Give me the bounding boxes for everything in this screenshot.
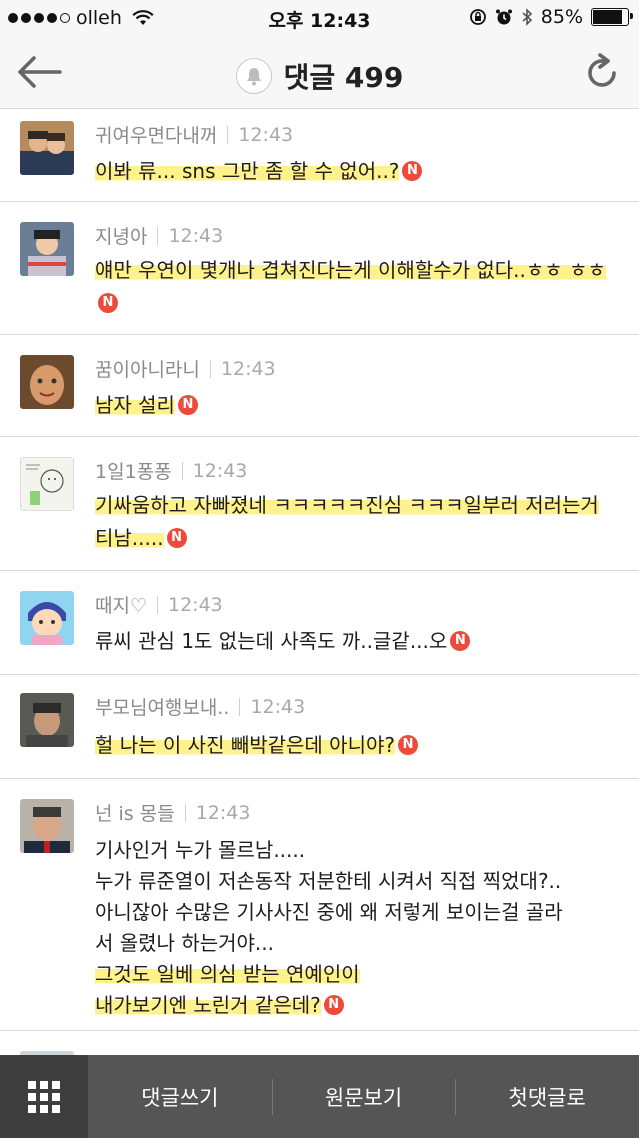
status-right: 85% — [469, 6, 633, 28]
view-original-button[interactable]: 원문보기 — [271, 1055, 456, 1138]
comment-meta: 귀여우면다내꺼 12:43 — [95, 121, 293, 148]
comment-username: 1일1퐁퐁 — [95, 461, 172, 483]
battery-icon — [591, 8, 633, 26]
comment-username: 때지♡ — [95, 595, 147, 617]
comment-line: 내가보기엔 노린거 같은데? — [95, 993, 321, 1017]
new-badge: N — [450, 630, 471, 651]
battery-percent: 85% — [540, 6, 583, 28]
new-badge: N — [98, 292, 118, 313]
notification-bell-button[interactable] — [235, 58, 272, 94]
comment-text: 남자 설리 — [95, 393, 175, 417]
comment-meta: 넌 is 몽들 12:43 — [95, 799, 250, 826]
comment-line: 그것도 일베 의심 받는 연예인이 — [95, 962, 360, 986]
comment-list[interactable]: 귀여우면다내꺼 12:43 이봐 류... sns 그만 좀 할 수 없어..?… — [0, 109, 639, 1055]
comment-item[interactable]: 부모님여행보내.. 12:43 헐 나는 이 사진 빼박같은데 아니야? N — [0, 675, 639, 779]
comment-text: 류씨 관심 1도 없는데 사족도 까..글같...오 — [95, 629, 448, 653]
comment-body: 남자 설리 N — [95, 389, 621, 422]
avatar[interactable] — [20, 121, 74, 175]
new-badge: N — [402, 160, 423, 181]
bluetooth-icon — [522, 8, 532, 26]
comment-item[interactable]: 지녕아 12:43 얘만 우연이 몇개나 겹쳐진다는게 이해할수가 없다..ㅎㅎ… — [0, 202, 639, 335]
comment-meta: 지녕아 12:43 — [95, 222, 223, 249]
comment-meta: 때지♡ 12:43 — [95, 591, 223, 618]
comment-item[interactable]: 1일1퐁퐁 12:43 기싸움하고 자빠졌네 ㅋㅋㅋㅋㅋ진심 ㅋㅋㅋ일부러 저러… — [0, 437, 639, 571]
comment-item[interactable]: 때지♡ 12:43 류씨 관심 1도 없는데 사족도 까..글같...오 N — [0, 571, 639, 675]
avatar[interactable] — [20, 355, 74, 409]
battery-fill — [593, 10, 622, 24]
comment-time: 12:43 — [168, 224, 224, 247]
page-title: 댓글 499 — [283, 61, 404, 94]
comment-body: 이봐 류... sns 그만 좀 할 수 없어..? N — [95, 155, 621, 188]
comment-time: 12:43 — [250, 695, 306, 718]
comment-line: 기사인거 누가 몰르남..... — [95, 838, 306, 862]
avatar[interactable] — [20, 799, 74, 853]
comment-text: 헐 나는 이 사진 빼박같은데 아니야? — [95, 733, 396, 757]
lock-rotation-icon — [469, 9, 486, 25]
comment-username: 지녕아 — [95, 226, 148, 248]
alarm-icon — [495, 9, 512, 25]
new-badge: N — [177, 394, 198, 415]
comment-time: 12:43 — [192, 459, 248, 482]
comment-meta: 1일1퐁퐁 12:43 — [95, 457, 247, 484]
comment-time: 12:43 — [195, 801, 251, 824]
page-header: 댓글 499 — [0, 36, 639, 109]
comment-item[interactable]: 넌 is 몽들 12:43 기사인거 누가 몰르남..... 누가 류준열이 저… — [0, 779, 639, 1031]
avatar[interactable] — [20, 693, 74, 747]
header-title-wrap: 댓글 499 — [0, 56, 639, 96]
avatar[interactable] — [20, 457, 74, 511]
comment-item[interactable]: 귀여우면다내꺼 12:43 이봐 류... sns 그만 좀 할 수 없어..?… — [0, 109, 639, 202]
comment-time: 12:43 — [238, 123, 294, 146]
bell-icon — [246, 68, 261, 86]
refresh-button[interactable] — [581, 50, 625, 94]
comment-meta: 꿈이아니라니 12:43 — [95, 355, 276, 382]
comment-time: 12:43 — [220, 357, 276, 380]
status-bar: olleh 오후 12:43 85% — [0, 0, 639, 36]
new-badge: N — [323, 994, 344, 1015]
grid-icon — [28, 1080, 60, 1113]
avatar[interactable] — [20, 222, 74, 276]
write-comment-button[interactable]: 댓글쓰기 — [88, 1055, 272, 1138]
comment-username: 부모님여행보내.. — [95, 697, 230, 719]
comment-line: 서 올렸나 하는거야... — [95, 931, 274, 955]
comment-body: 류씨 관심 1도 없는데 사족도 까..글같...오 N — [95, 625, 621, 658]
comment-body: 헐 나는 이 사진 빼박같은데 아니야? N — [95, 729, 621, 762]
comment-line: 누가 류준열이 저손동작 저분한테 시켜서 직접 찍었대?.. — [95, 869, 562, 893]
comment-meta: 부모님여행보내.. 12:43 — [95, 693, 305, 720]
comment-username: 귀여우면다내꺼 — [95, 125, 218, 147]
avatar[interactable] — [20, 591, 74, 645]
menu-grid-button[interactable] — [0, 1055, 88, 1138]
comment-username: 넌 is 몽들 — [95, 803, 175, 825]
comment-text: 얘만 우연이 몇개나 겹쳐진다는게 이해할수가 없다..ㅎㅎ ㅎㅎ — [95, 258, 606, 282]
comment-body: 기싸움하고 자빠졌네 ㅋㅋㅋㅋㅋ진심 ㅋㅋㅋ일부러 저러는거 티남..... N — [95, 489, 621, 555]
comment-body: 기사인거 누가 몰르남..... 누가 류준열이 저손동작 저분한테 시켜서 직… — [95, 835, 621, 1021]
comment-item[interactable]: 꿈이아니라니 12:43 남자 설리 N — [0, 335, 639, 437]
refresh-icon — [588, 53, 616, 87]
comment-item-partial[interactable] — [0, 1031, 639, 1055]
new-badge: N — [166, 527, 187, 548]
comment-time: 12:43 — [168, 593, 223, 616]
comment-line: 아니잖아 수많은 기사사진 중에 왜 저렇게 보이는걸 골라 — [95, 900, 563, 924]
bottom-toolbar: 댓글쓰기 원문보기 첫댓글로 — [0, 1055, 639, 1138]
comment-username: 꿈이아니라니 — [95, 359, 200, 381]
comment-body: 얘만 우연이 몇개나 겹쳐진다는게 이해할수가 없다..ㅎㅎ ㅎㅎ N — [95, 254, 621, 320]
first-comment-button[interactable]: 첫댓글로 — [455, 1055, 639, 1138]
comment-text: 이봐 류... sns 그만 좀 할 수 없어..? — [95, 159, 400, 183]
new-badge: N — [398, 734, 419, 755]
